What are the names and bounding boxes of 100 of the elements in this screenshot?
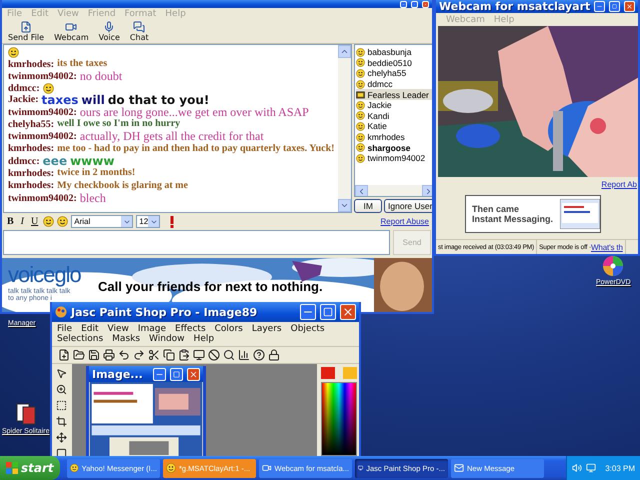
- color-swatch[interactable]: [343, 367, 357, 379]
- close-icon: [342, 306, 354, 318]
- maximize-button[interactable]: [609, 1, 620, 12]
- smiley-icon: [356, 111, 366, 120]
- exclamation-icon: [169, 216, 176, 228]
- scrollbar[interactable]: [355, 185, 432, 196]
- help-icon[interactable]: [253, 349, 265, 361]
- message-text: taxes: [42, 94, 78, 106]
- selection-icon[interactable]: [56, 400, 66, 411]
- menu-item[interactable]: Layers: [252, 324, 282, 334]
- message-text: ours are long gone...we get em over with ASAP: [80, 106, 309, 118]
- webcam-icon: [262, 463, 272, 473]
- save-icon[interactable]: [88, 349, 100, 361]
- close-button[interactable]: [340, 304, 356, 320]
- sender-name: ddmcc:: [8, 82, 40, 94]
- maximize-icon: [173, 370, 180, 378]
- menu-item[interactable]: File: [57, 324, 72, 334]
- scrollbar[interactable]: [338, 45, 352, 212]
- font-select[interactable]: Arial: [71, 215, 134, 228]
- minimize-button[interactable]: [153, 368, 166, 380]
- close-button[interactable]: [187, 368, 200, 380]
- printer-icon[interactable]: [103, 349, 115, 361]
- minimize-button[interactable]: [300, 304, 316, 320]
- sender-name: kmrhodes:: [8, 58, 54, 70]
- size-select[interactable]: 12: [136, 215, 160, 228]
- user-item[interactable]: Fearless Leader: [356, 89, 432, 100]
- format-button[interactable]: I: [18, 216, 26, 227]
- user-item[interactable]: Jackie: [356, 100, 432, 111]
- no-entry-icon[interactable]: [208, 349, 220, 361]
- sender-name: kmrhodes:: [8, 143, 54, 154]
- new-file-icon[interactable]: [58, 349, 70, 361]
- search-icon[interactable]: [223, 349, 235, 361]
- user-item[interactable]: Katie: [356, 121, 432, 132]
- menu-item[interactable]: Objects: [290, 324, 325, 334]
- close-icon: [189, 370, 198, 378]
- user-button[interactable]: Ignore User: [384, 199, 432, 213]
- toolbar-button[interactable]: Chat: [130, 21, 149, 42]
- report-abuse-link[interactable]: Report Ab: [601, 180, 637, 189]
- cut-icon[interactable]: [148, 349, 160, 361]
- smiley-icon: [356, 122, 366, 131]
- ad-banner[interactable]: Then came Instant Messaging.: [465, 195, 601, 233]
- menu-item[interactable]: Image: [138, 324, 166, 334]
- close-button[interactable]: [624, 1, 636, 12]
- user-item[interactable]: beddie0510: [356, 58, 432, 68]
- user-item[interactable]: babasbunja: [356, 47, 432, 58]
- color-swatch[interactable]: [321, 367, 335, 379]
- whats-this-link[interactable]: What's th: [591, 242, 623, 252]
- minimize-button[interactable]: [400, 0, 407, 8]
- toolbar-button[interactable]: Voice: [98, 21, 120, 42]
- pointer-icon[interactable]: [56, 368, 66, 379]
- menu-item[interactable]: Help: [194, 334, 214, 344]
- toolbar-button[interactable]: Webcam: [54, 21, 89, 42]
- user-item[interactable]: twinmom94002: [356, 152, 432, 164]
- menu-item[interactable]: Masks: [112, 334, 140, 344]
- menu-item[interactable]: View: [108, 324, 129, 334]
- maximize-icon: [323, 307, 333, 317]
- sender-name: kmrhodes:: [8, 180, 54, 192]
- report-abuse-link[interactable]: Report Abuse: [380, 217, 429, 226]
- menu-item[interactable]: Colors: [214, 324, 243, 334]
- menu-item[interactable]: Edit: [81, 324, 98, 334]
- window-title: Image...: [92, 368, 144, 380]
- maximize-button[interactable]: [170, 368, 183, 380]
- toolbar-button[interactable]: Send File: [8, 21, 44, 42]
- copy-icon[interactable]: [163, 349, 175, 361]
- message-text: blech: [80, 192, 106, 204]
- crop-icon[interactable]: [56, 416, 66, 427]
- smiley-icon: [356, 48, 366, 57]
- smiley-icon: [166, 463, 176, 473]
- user-item[interactable]: ddmcc: [356, 78, 432, 90]
- user-item[interactable]: shargoose: [356, 142, 432, 153]
- smiley-icon: [356, 58, 366, 68]
- histogram-icon[interactable]: [238, 349, 250, 361]
- chat-bubbles-icon: [132, 21, 146, 33]
- user-item[interactable]: Kandi: [356, 110, 432, 122]
- paste-icon[interactable]: [178, 349, 190, 361]
- undo-icon[interactable]: [118, 349, 130, 361]
- user-item[interactable]: kmrhodes: [356, 132, 432, 142]
- folder-icon[interactable]: [73, 349, 85, 361]
- user-item[interactable]: chelyha55: [356, 68, 432, 79]
- speaker-icon[interactable]: [572, 463, 582, 473]
- message-text: eee: [42, 155, 68, 168]
- color-palette[interactable]: [321, 382, 357, 456]
- format-button[interactable]: U: [29, 216, 40, 227]
- monitor-icon[interactable]: [193, 349, 205, 361]
- move-icon[interactable]: [56, 432, 66, 443]
- zoom-icon[interactable]: [56, 384, 66, 395]
- menu-item[interactable]: Effects: [175, 324, 206, 334]
- close-button[interactable]: [422, 0, 429, 8]
- user-button[interactable]: IM: [354, 199, 382, 213]
- minimize-button[interactable]: [594, 1, 606, 12]
- format-button[interactable]: B: [5, 216, 16, 227]
- message-input[interactable]: [3, 230, 390, 255]
- redo-icon[interactable]: [133, 349, 145, 361]
- maximize-icon: [612, 4, 618, 9]
- menu-item[interactable]: Selections: [57, 334, 104, 344]
- maximize-button[interactable]: [411, 0, 418, 8]
- menu-item[interactable]: Window: [149, 334, 185, 344]
- maximize-button[interactable]: [320, 304, 336, 320]
- lock-icon[interactable]: [268, 349, 280, 361]
- ad-headline[interactable]: Call your friends for next to nothing.: [98, 279, 323, 295]
